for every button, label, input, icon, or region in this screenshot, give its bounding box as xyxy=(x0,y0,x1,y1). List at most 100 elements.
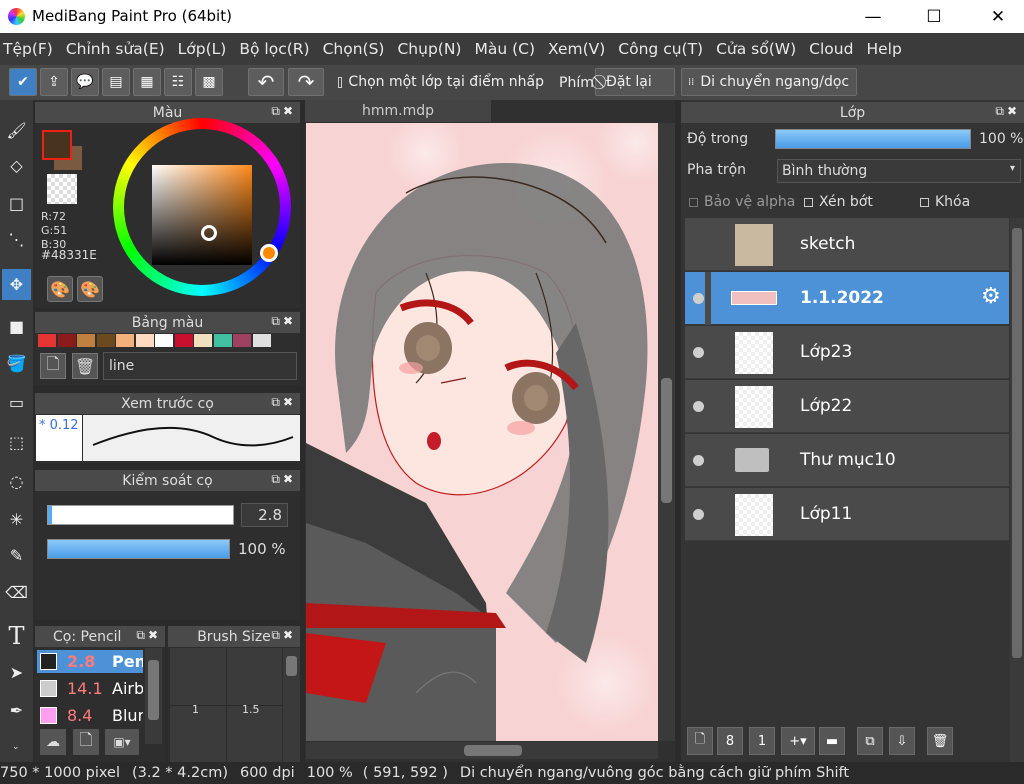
palette-swatch[interactable] xyxy=(135,334,154,347)
eraser-tool-icon[interactable]: ◇ xyxy=(2,150,31,181)
list-icon[interactable]: ☷ xyxy=(164,68,192,96)
text-tool-icon[interactable]: T xyxy=(2,620,31,651)
color-settings-icon[interactable]: 🎨 xyxy=(77,276,103,302)
fill-shape-tool-icon[interactable]: ■ xyxy=(2,311,31,342)
select-tool-icon[interactable]: ⬚ xyxy=(2,427,31,458)
minimize-button[interactable]: — xyxy=(850,0,896,33)
menu-filter[interactable]: Bộ lọc(R) xyxy=(239,40,309,58)
hue-ring[interactable] xyxy=(113,118,291,296)
dot-tool-icon[interactable]: ⋱ xyxy=(2,224,31,255)
delete-palette-icon[interactable]: 🗑 xyxy=(72,353,98,379)
hue-handle[interactable] xyxy=(260,244,278,262)
layer-settings-gear-icon[interactable]: ⚙ xyxy=(981,284,1001,309)
menu-cloud[interactable]: Cloud xyxy=(809,40,853,58)
speech-bubble-icon[interactable]: 💬 xyxy=(71,68,99,96)
palette-swatch[interactable] xyxy=(96,334,115,347)
delete-layer-icon[interactable]: 🗑 xyxy=(927,727,953,755)
color-palette-icon[interactable]: 🎨 xyxy=(47,276,73,302)
palette-swatch[interactable] xyxy=(233,334,251,347)
brush-size-value[interactable]: 2.8 xyxy=(241,503,288,527)
clipping-checkbox[interactable]: Xén bớt xyxy=(804,194,873,210)
redo-icon[interactable]: ↷ xyxy=(288,68,324,96)
lock-checkbox[interactable]: Khóa xyxy=(920,194,970,210)
visibility-icon[interactable] xyxy=(693,293,704,304)
brush-opacity-slider[interactable] xyxy=(47,539,230,559)
layers-scrollbar[interactable] xyxy=(1010,218,1024,784)
blend-mode-select[interactable]: Bình thường ▾ xyxy=(777,159,1021,183)
protect-alpha-checkbox[interactable]: Bảo vệ alpha xyxy=(689,194,795,210)
canvas-vertical-scrollbar[interactable] xyxy=(658,123,675,741)
brush-size-scrollbar[interactable] xyxy=(283,648,300,762)
merge-layer-icon[interactable]: ⇩ xyxy=(889,727,915,755)
visibility-icon[interactable] xyxy=(693,509,704,520)
move-tool-icon[interactable]: ✥ xyxy=(2,269,31,300)
menu-tools[interactable]: Công cụ(T) xyxy=(618,40,703,58)
palette-swatch[interactable] xyxy=(57,334,76,347)
canvas-artwork[interactable] xyxy=(306,123,658,741)
document-tab[interactable]: hmm.mdp xyxy=(305,100,491,122)
brush-item-pen[interactable]: 2.8 Pen xyxy=(37,650,143,673)
gradient-tool-icon[interactable]: ▭ xyxy=(2,387,31,418)
add-layer-menu-icon[interactable]: +▾ xyxy=(781,727,815,755)
reset-button[interactable]: ⃠Đặt lại xyxy=(595,68,675,96)
brush-item-blur[interactable]: 8.4 Blur xyxy=(37,704,143,727)
saturation-value-square[interactable] xyxy=(152,165,252,265)
menu-window[interactable]: Cửa sổ(W) xyxy=(716,40,796,58)
palette-swatch[interactable] xyxy=(194,334,212,347)
layer-row[interactable]: Thư mục10 xyxy=(685,434,1009,487)
menu-view[interactable]: Xem(V) xyxy=(548,40,605,58)
panel-controls-icon[interactable]: ⧉✖ xyxy=(271,104,296,119)
operation-tool-icon[interactable]: ➤ xyxy=(2,657,31,688)
layer-opacity-slider[interactable] xyxy=(775,129,971,149)
panel-controls-icon[interactable]: ⧉✖ xyxy=(271,395,296,410)
maximize-button[interactable]: ☐ xyxy=(911,0,957,33)
brush-item-airbrush[interactable]: 14.1 Airb xyxy=(37,677,143,700)
upload-icon[interactable]: ⇪ xyxy=(40,68,68,96)
brush-size-slider[interactable] xyxy=(47,505,234,525)
cloud-brush-icon[interactable]: ☁ xyxy=(40,729,66,755)
undo-icon[interactable]: ↶ xyxy=(248,68,284,96)
new-layer-icon[interactable]: 🗋 xyxy=(687,727,713,755)
vertical-scroll-thumb[interactable] xyxy=(661,378,672,503)
color-picker-handle[interactable] xyxy=(201,225,217,241)
layer-row[interactable]: sketch xyxy=(685,218,1009,271)
new-palette-icon[interactable]: 🗋 xyxy=(40,353,66,379)
lasso-tool-icon[interactable]: ◌ xyxy=(2,466,31,497)
new-8bit-layer-icon[interactable]: 8 xyxy=(717,727,743,755)
close-button[interactable]: ✕ xyxy=(975,0,1021,33)
menu-layer[interactable]: Lớp(L) xyxy=(178,40,227,58)
new-folder-icon[interactable]: ▬ xyxy=(819,727,845,755)
rectangle-tool-icon[interactable]: □ xyxy=(2,188,31,219)
primary-color-swatch[interactable] xyxy=(42,130,72,160)
expand-tools-icon[interactable]: ⌄ xyxy=(12,742,20,752)
move-direction-button[interactable]: ⁞⁞ Di chuyển ngang/dọc xyxy=(681,68,857,96)
panel-controls-icon[interactable]: ⧉✖ xyxy=(995,104,1020,119)
select-eraser-tool-icon[interactable]: ⌫ xyxy=(2,577,31,608)
palette-name[interactable]: line xyxy=(103,352,297,380)
new-1bit-layer-icon[interactable]: 1 xyxy=(749,727,775,755)
layer-row[interactable]: Lớp23 xyxy=(685,326,1009,379)
panel-controls-icon[interactable]: ⧉✖ xyxy=(271,314,296,329)
horizontal-scroll-thumb[interactable] xyxy=(464,745,522,756)
palette-swatch[interactable] xyxy=(116,334,134,347)
eyedropper-tool-icon[interactable]: ✒ xyxy=(2,695,31,726)
palette-swatch[interactable] xyxy=(155,334,173,347)
palette-swatch[interactable] xyxy=(213,334,232,347)
layer-row[interactable]: Lớp22 xyxy=(685,380,1009,433)
check-icon[interactable]: ✔ xyxy=(9,68,37,96)
brush-menu-icon[interactable]: ▣▾ xyxy=(105,729,139,755)
comment-icon[interactable]: ▤ xyxy=(102,68,130,96)
bucket-tool-icon[interactable]: 🪣 xyxy=(2,348,31,379)
duplicate-layer-icon[interactable]: ⧉ xyxy=(857,727,883,755)
layer-row[interactable]: Lớp11 xyxy=(685,488,1009,541)
menu-edit[interactable]: Chỉnh sửa(E) xyxy=(66,40,165,58)
menu-snap[interactable]: Chụp(N) xyxy=(397,40,461,58)
palette-swatch[interactable] xyxy=(174,334,193,347)
palette-swatch[interactable] xyxy=(252,334,271,347)
transparent-color-swatch[interactable] xyxy=(47,174,77,204)
magic-wand-tool-icon[interactable]: ✳ xyxy=(2,504,31,535)
layer-row[interactable]: 1.1.2022 ⚙ xyxy=(685,272,1009,325)
brush-tool-icon[interactable]: 🖌 xyxy=(2,115,31,146)
visibility-icon[interactable] xyxy=(693,455,704,466)
menu-help[interactable]: Help xyxy=(866,40,901,58)
